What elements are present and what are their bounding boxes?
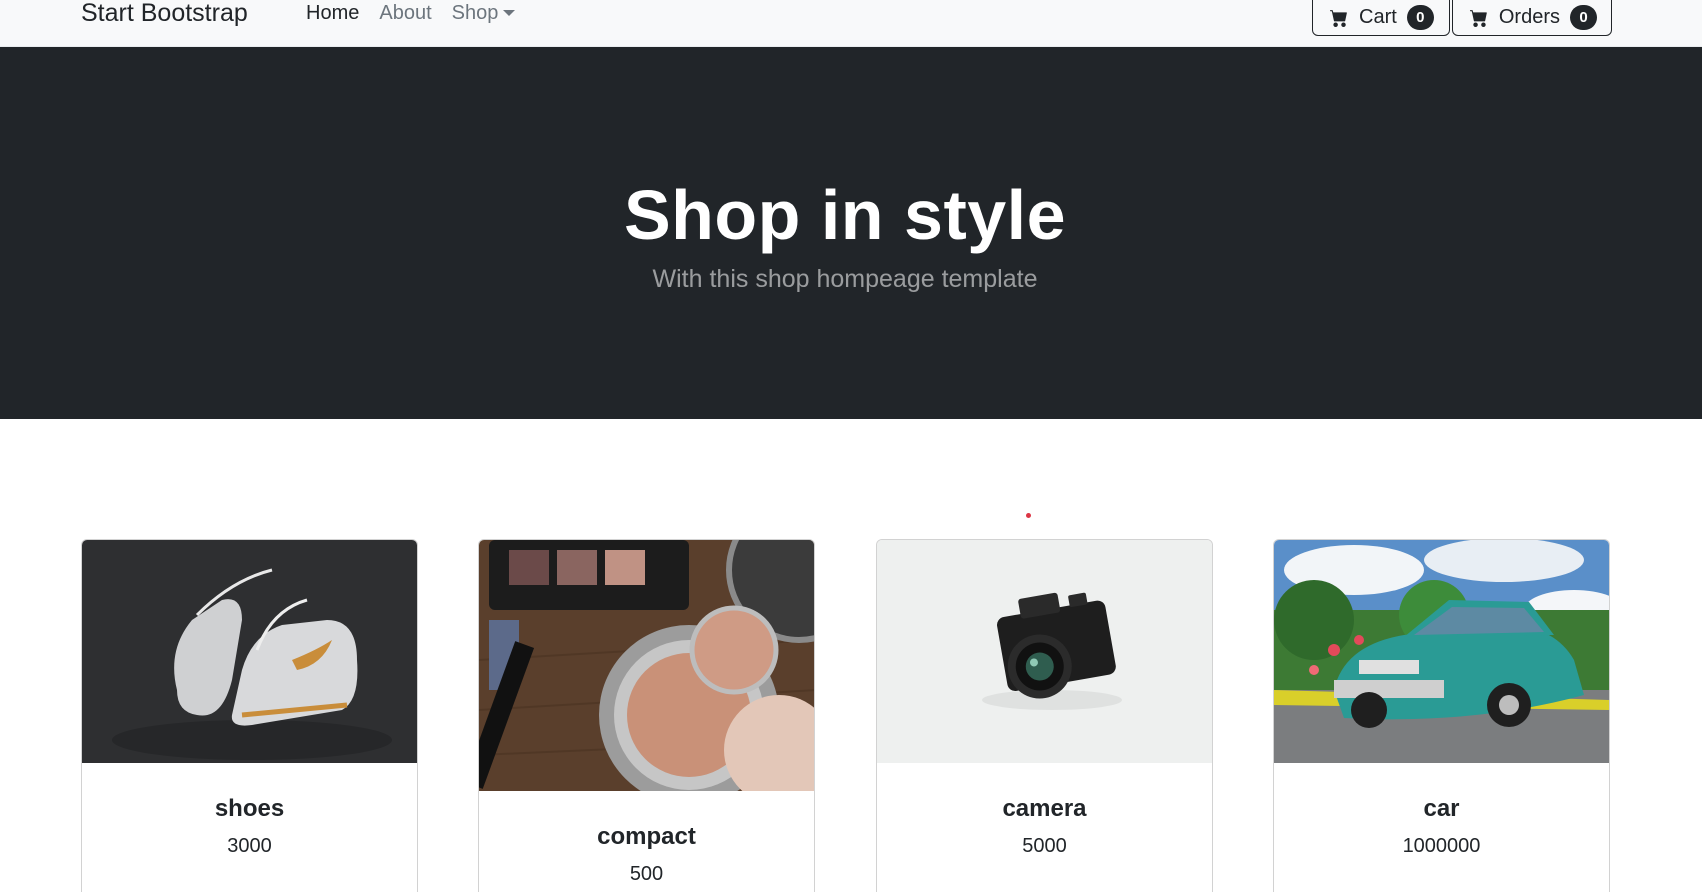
product-price: 5000 [1022, 835, 1067, 857]
product-image-car [1274, 540, 1609, 763]
nav-links: Home About Shop [306, 1, 516, 25]
product-price: 3000 [227, 835, 272, 857]
chevron-down-icon [503, 10, 516, 16]
cart-icon [1330, 9, 1347, 27]
hero-subtitle: With this shop hompeage template [652, 265, 1038, 293]
hero-title: Shop in style [623, 176, 1067, 254]
product-price: 1000000 [1402, 835, 1481, 857]
orders-count-badge: 0 [1570, 5, 1597, 30]
product-price: 500 [629, 863, 664, 885]
product-card[interactable]: compact 500 [478, 539, 815, 892]
product-image-shoes [82, 540, 417, 763]
nav-dropdown-shop[interactable]: Shop [452, 1, 516, 25]
nav-link-home[interactable]: Home [306, 1, 359, 25]
cart-count-badge: 0 [1406, 5, 1434, 30]
brand-link[interactable]: Start Bootstrap [81, 0, 248, 27]
product-image-compact [479, 540, 814, 791]
product-card[interactable]: shoes 3000 [81, 539, 418, 892]
cart-button[interactable]: Cart 0 [1312, 0, 1450, 36]
product-name: shoes [214, 795, 285, 822]
orders-button[interactable]: Orders 0 [1452, 0, 1612, 36]
orders-label: Orders [1498, 6, 1560, 28]
product-name: camera [1002, 795, 1087, 822]
nav-link-about[interactable]: About [379, 1, 431, 25]
hero-banner: Shop in style With this shop hompeage te… [0, 47, 1702, 419]
cart-label: Cart [1359, 6, 1397, 28]
cart-icon [1469, 9, 1487, 27]
product-card[interactable]: car 1000000 [1273, 539, 1610, 892]
red-dot-marker [1026, 513, 1031, 518]
product-name: compact [597, 823, 696, 850]
product-card[interactable]: camera 5000 [876, 539, 1213, 892]
product-image-camera [877, 540, 1212, 763]
nav-actions: Cart 0 Orders 0 [1312, 0, 1612, 36]
nav-link-shop-label: Shop [451, 2, 499, 24]
product-name: car [1423, 795, 1460, 822]
navbar: Start Bootstrap Home About Shop Cart 0 O… [0, 0, 1702, 47]
